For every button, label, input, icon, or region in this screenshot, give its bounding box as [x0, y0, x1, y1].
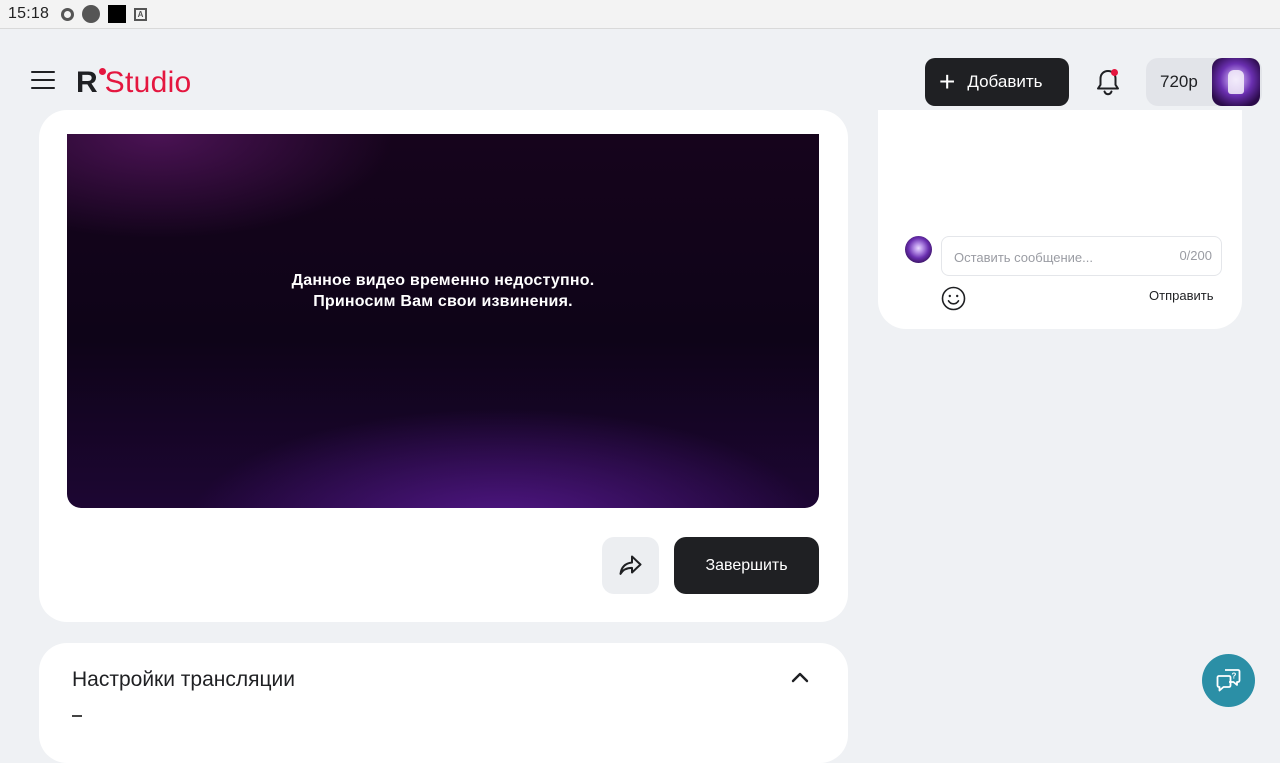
send-message-button[interactable]: Отправить — [1149, 288, 1213, 303]
svg-text:?: ? — [1232, 671, 1237, 680]
video-message-line2: Приносим Вам свои извинения. — [313, 293, 573, 310]
rstudio-logo[interactable]: R Studio — [76, 62, 192, 98]
chat-message-field[interactable]: 0/200 — [941, 236, 1222, 277]
logo-mark: R — [76, 68, 106, 98]
chat-message-input[interactable] — [952, 237, 1156, 277]
add-button-label: Добавить — [967, 72, 1043, 91]
logo-word: Studio — [104, 66, 192, 99]
menu-icon[interactable] — [31, 71, 55, 89]
system-status-bar: 15:18 A — [0, 0, 1280, 29]
square-icon — [108, 5, 127, 23]
share-icon — [619, 555, 642, 575]
video-unavailable-message: Данное видео временно недоступно. Принос… — [67, 270, 819, 312]
sync-icon — [61, 7, 75, 21]
broadcast-settings-card: Настройки трансляции — [39, 643, 848, 763]
circle-icon — [82, 5, 101, 23]
chevron-up-icon[interactable] — [791, 671, 809, 683]
avatar[interactable] — [1212, 58, 1260, 106]
notification-badge — [1111, 69, 1118, 76]
keyboard-a-icon: A — [134, 7, 148, 21]
chat-char-counter: 0/200 — [1179, 248, 1212, 263]
settings-cropped-label — [72, 715, 82, 717]
plus-icon: + — [939, 66, 956, 97]
bell-icon[interactable] — [1094, 67, 1122, 97]
balance-profile-button[interactable]: 720р — [1146, 58, 1262, 106]
video-message-line1: Данное видео временно недоступно. — [291, 272, 595, 289]
add-button[interactable]: + Добавить — [925, 58, 1069, 106]
chat-user-avatar — [905, 236, 932, 263]
balance-amount: 720р — [1160, 72, 1198, 91]
help-chat-button[interactable]: ? — [1202, 654, 1255, 707]
video-player[interactable]: Данное видео временно недоступно. Принос… — [67, 134, 819, 508]
broadcast-settings-title: Настройки трансляции — [72, 668, 295, 691]
chat-help-icon: ? — [1216, 669, 1241, 692]
finish-button[interactable]: Завершить — [674, 537, 819, 594]
smiley-icon[interactable] — [941, 286, 966, 311]
status-time: 15:18 — [8, 5, 50, 22]
share-button[interactable] — [602, 537, 659, 594]
